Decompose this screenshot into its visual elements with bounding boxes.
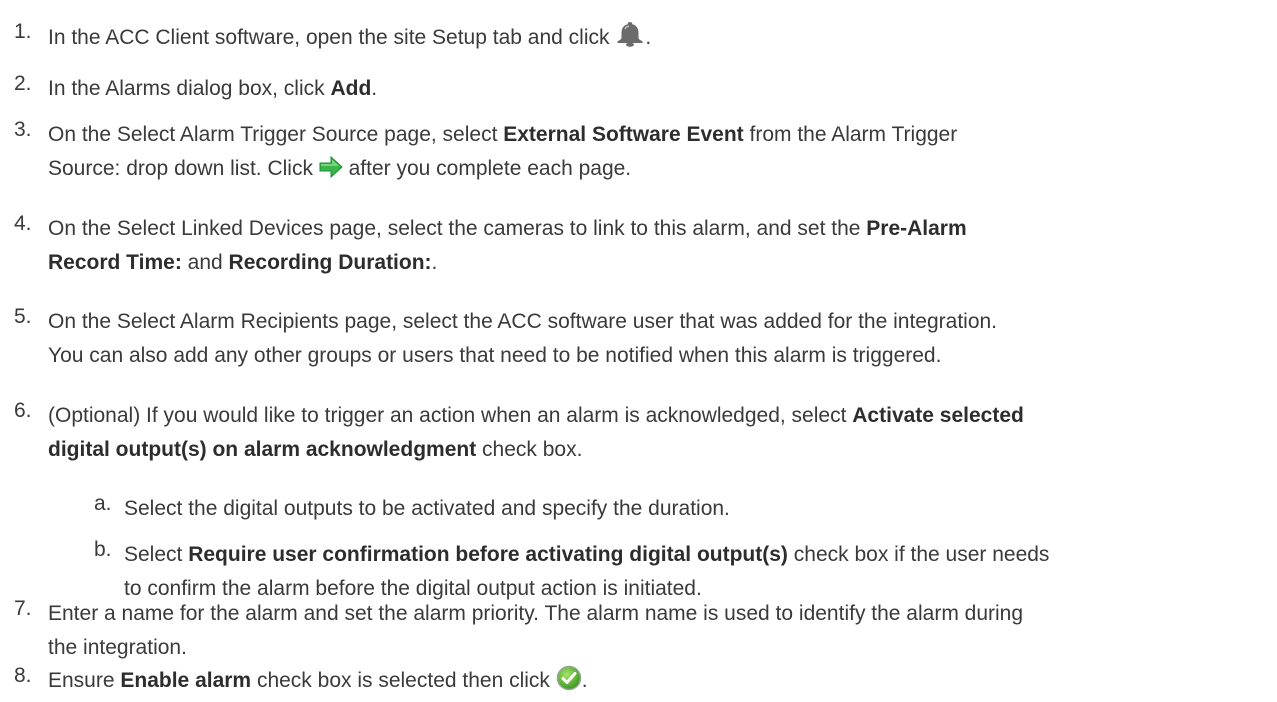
step-number: 8. bbox=[14, 664, 32, 687]
step-text: (Optional) If you would like to trigger … bbox=[48, 404, 1024, 461]
step-number: 1. bbox=[14, 20, 32, 43]
checkmark-icon bbox=[556, 665, 582, 702]
step-number: 7. bbox=[14, 597, 32, 620]
step-number: a. bbox=[94, 492, 112, 515]
step-number: b. bbox=[94, 538, 112, 561]
green-arrow-icon bbox=[319, 155, 343, 190]
step-number: 5. bbox=[14, 305, 32, 328]
step-text: In the Alarms dialog box, click Add. bbox=[48, 77, 378, 100]
step-number: 2. bbox=[14, 72, 32, 95]
step-text: In the ACC Client software, open the sit… bbox=[48, 20, 1257, 59]
step-text: On the Select Alarm Trigger Source page,… bbox=[48, 118, 1257, 190]
step-number: 6. bbox=[14, 399, 32, 422]
step-text: Enter a name for the alarm and set the a… bbox=[48, 602, 1024, 659]
bell-icon bbox=[615, 20, 645, 59]
step-text: Ensure Enable alarm check box is selecte… bbox=[48, 664, 1257, 702]
step-number: 3. bbox=[14, 118, 32, 141]
step-number: 4. bbox=[14, 212, 32, 235]
step-text: On the Select Alarm Recipients page, sel… bbox=[48, 310, 998, 367]
step-text: On the Select Linked Devices page, selec… bbox=[48, 217, 967, 274]
step-text: Select the digital outputs to be activat… bbox=[124, 497, 730, 520]
step-text: Select Require user confirmation before … bbox=[124, 543, 1050, 600]
